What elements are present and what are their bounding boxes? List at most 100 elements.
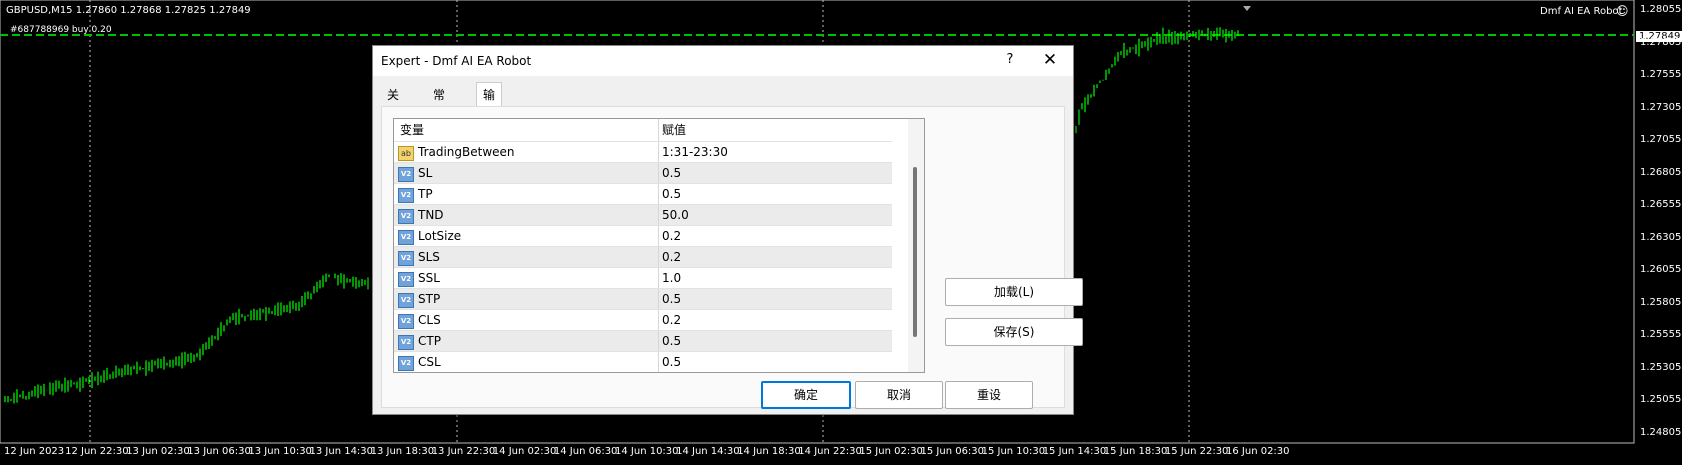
time-axis-label: 14 Jun 02:30	[492, 446, 557, 457]
price-axis-label: 1.27555	[1640, 69, 1682, 80]
cancel-button[interactable]: 取消	[855, 381, 943, 409]
time-axis-label: 13 Jun 02:30	[126, 446, 190, 457]
numeric-type-icon: V2	[398, 293, 414, 308]
ok-button[interactable]: 确定	[761, 381, 851, 409]
param-value[interactable]: 0.2	[658, 226, 892, 247]
numeric-type-icon: V2	[398, 188, 414, 203]
ea-smiley-icon: ☺	[1616, 4, 1629, 18]
param-value[interactable]: 0.5	[658, 352, 892, 372]
price-axis-label: 1.24805	[1640, 426, 1682, 438]
numeric-type-icon: V2	[398, 167, 414, 182]
time-axis-label: 15 Jun 14:30	[1042, 446, 1107, 457]
price-axis-label: 1.26805	[1640, 166, 1682, 178]
time-axis-label: 15 Jun 10:30	[981, 446, 1046, 457]
load-button[interactable]: 加载(L)	[945, 278, 1083, 306]
param-value[interactable]: 50.0	[658, 205, 892, 226]
time-axis-label: 14 Jun 14:30	[676, 446, 740, 457]
price-axis-label: 1.27305	[1640, 101, 1682, 113]
table-row[interactable]: V2 STP 0.5	[394, 288, 892, 310]
time-axis-label: 13 Jun 18:30	[370, 446, 435, 457]
time-axis-label: 12 Jun 2023	[4, 446, 65, 457]
table-row[interactable]: V2 CLS 0.2	[394, 309, 892, 331]
price-axis-label: 1.25805	[1640, 296, 1682, 308]
param-name: STP	[418, 292, 441, 306]
save-button[interactable]: 保存(S)	[945, 318, 1083, 346]
param-value[interactable]: 0.5	[658, 331, 892, 352]
table-row[interactable]: ab TradingBetween 1:31-23:30	[394, 141, 892, 163]
time-axis-label: 14 Jun 18:30	[737, 446, 801, 457]
param-name: LotSize	[418, 229, 462, 243]
numeric-type-icon: V2	[398, 230, 414, 245]
param-name: TP	[418, 187, 433, 201]
param-value[interactable]: 0.5	[658, 289, 892, 310]
time-axis-label: 16 Jun 02:30	[1226, 446, 1290, 457]
time-axis-label: 13 Jun 06:30	[187, 446, 251, 457]
numeric-type-icon: V2	[398, 356, 414, 371]
numeric-type-icon: V2	[398, 314, 414, 329]
param-name: CTP	[418, 334, 441, 348]
param-name: CLS	[418, 313, 441, 327]
tab-common[interactable]: 常用	[427, 84, 451, 124]
dialog-titlebar[interactable]: Expert - Dmf AI EA Robot ? ✕	[373, 46, 1073, 76]
param-value[interactable]: 0.5	[658, 184, 892, 205]
table-row[interactable]: V2 LotSize 0.2	[394, 225, 892, 247]
column-header-variable[interactable]: 变量	[400, 119, 424, 141]
time-axis-label: 15 Jun 06:30	[920, 446, 985, 457]
time-axis-label: 15 Jun 02:30	[859, 446, 923, 457]
dialog-title: Expert - Dmf AI EA Robot	[381, 54, 532, 68]
chart-symbol-header: GBPUSD,M15 1.27860 1.27868 1.27825 1.278…	[6, 5, 251, 16]
time-axis-label: 15 Jun 18:30	[1103, 446, 1168, 457]
table-row[interactable]: V2 TP 0.5	[394, 183, 892, 205]
param-name: SL	[418, 166, 433, 180]
reset-button[interactable]: 重设	[945, 381, 1033, 409]
param-name: TradingBetween	[418, 145, 515, 159]
table-scrollbar[interactable]	[908, 118, 925, 373]
numeric-type-icon: V2	[398, 209, 414, 224]
table-row[interactable]: V2 SL 0.5	[394, 162, 892, 184]
price-axis-label: 1.25055	[1640, 394, 1682, 405]
table-row[interactable]: V2 TND 50.0	[394, 204, 892, 226]
param-name: TND	[418, 208, 444, 222]
price-axis-label: 1.26055	[1640, 264, 1682, 275]
numeric-type-icon: V2	[398, 272, 414, 287]
time-axis-label: 14 Jun 10:30	[615, 446, 679, 457]
table-row[interactable]: V2 CSL 0.5	[394, 351, 892, 372]
price-axis-label: 1.25555	[1640, 329, 1682, 340]
numeric-type-icon: V2	[398, 251, 414, 266]
tab-about[interactable]: 关于	[381, 84, 405, 124]
price-axis-label: 1.26305	[1640, 231, 1682, 243]
price-axis-label: 1.26555	[1640, 199, 1682, 210]
table-row[interactable]: V2 SLS 0.2	[394, 246, 892, 268]
input-parameters-table[interactable]: 变量 赋值 ab TradingBetween 1:31-23:30 V2 SL 0.5 V…	[393, 118, 910, 373]
tab-inputs[interactable]: 输入参数	[476, 82, 503, 174]
param-value[interactable]: 1.0	[658, 268, 892, 289]
param-value[interactable]: 0.2	[658, 310, 892, 331]
param-value[interactable]: 0.5	[658, 163, 892, 184]
close-icon[interactable]: ✕	[1039, 50, 1061, 72]
price-axis-label: 1.25305	[1640, 361, 1682, 373]
param-name: CSL	[418, 355, 441, 369]
help-button[interactable]: ?	[1000, 52, 1020, 70]
time-axis-label: 13 Jun 22:30	[431, 446, 496, 457]
price-axis-label: 1.28055	[1640, 4, 1682, 15]
current-time-marker	[1243, 6, 1251, 11]
column-header-value[interactable]: 赋值	[658, 119, 686, 141]
order-line-label: #687788969 buy 0.20	[10, 25, 112, 35]
time-axis-label: 13 Jun 10:30	[248, 446, 312, 457]
expert-dialog: Expert - Dmf AI EA Robot ? ✕ 关于 常用 输入参数 …	[372, 45, 1083, 415]
scrollbar-thumb[interactable]	[913, 167, 917, 337]
param-name: SSL	[418, 271, 440, 285]
time-axis-label: 13 Jun 14:30	[309, 446, 374, 457]
price-axis-label: 1.27805	[1640, 36, 1682, 48]
string-type-icon: ab	[398, 146, 414, 161]
time-axis-label: 12 Jun 22:30	[65, 446, 129, 457]
numeric-type-icon: V2	[398, 335, 414, 350]
table-row[interactable]: V2 SSL 1.0	[394, 267, 892, 289]
price-axis-label: 1.27055	[1640, 134, 1682, 145]
param-value[interactable]: 1:31-23:30	[658, 142, 892, 163]
time-axis-label: 15 Jun 22:30	[1164, 446, 1229, 457]
param-name: SLS	[418, 250, 440, 264]
time-axis-label: 14 Jun 22:30	[798, 446, 862, 457]
table-row[interactable]: V2 CTP 0.5	[394, 330, 892, 352]
param-value[interactable]: 0.2	[658, 247, 892, 268]
